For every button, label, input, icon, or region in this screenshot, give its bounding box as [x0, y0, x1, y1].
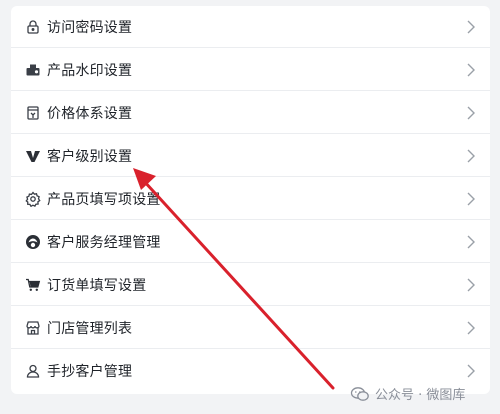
menu-item-label: 产品页填写项设置: [47, 191, 161, 208]
menu-item-customer-level[interactable]: 客户级别设置: [11, 135, 490, 177]
menu-item-label: 订货单填写设置: [47, 277, 147, 294]
service-manager-icon: [25, 234, 41, 250]
chevron-right-icon: [466, 19, 476, 35]
chevron-right-icon: [466, 148, 476, 164]
menu-item-label: 访问密码设置: [47, 19, 133, 36]
chevron-right-icon: [466, 62, 476, 78]
menu-item-store-list[interactable]: 门店管理列表: [11, 307, 490, 349]
gear-icon: [25, 190, 41, 207]
menu-item-label: 客户级别设置: [47, 148, 133, 165]
vip-level-icon: [25, 148, 41, 164]
menu-item-label: 产品水印设置: [47, 62, 133, 79]
menu-item-label: 门店管理列表: [47, 320, 133, 337]
store-icon: [25, 320, 41, 336]
chevron-right-icon: [466, 191, 476, 207]
watermark-stamp-icon: [25, 62, 41, 78]
menu-item-order-form[interactable]: 订货单填写设置: [11, 264, 490, 306]
menu-item-product-watermark[interactable]: 产品水印设置: [11, 49, 490, 91]
price-tag-icon: [25, 105, 41, 121]
user-icon: [25, 363, 41, 379]
menu-item-label: 手抄客户管理: [47, 364, 133, 380]
watermark-text: 公众号 · 微图库: [375, 388, 466, 403]
chevron-right-icon: [466, 234, 476, 250]
menu-item-price-system[interactable]: 价格体系设置: [11, 92, 490, 134]
settings-menu-panel: 访问密码设置 产品水印设置 价格体系设置 客户级别设置 产品页填写项设置 客户服…: [11, 6, 490, 394]
watermark: 公众号 · 微图库: [350, 384, 465, 403]
chevron-right-icon: [466, 277, 476, 293]
menu-item-label: 客户服务经理管理: [47, 234, 161, 251]
menu-item-label: 价格体系设置: [47, 105, 133, 122]
cart-icon: [25, 277, 41, 293]
menu-item-product-page-fields[interactable]: 产品页填写项设置: [11, 178, 490, 220]
menu-item-service-manager[interactable]: 客户服务经理管理: [11, 221, 490, 263]
chevron-right-icon: [466, 363, 476, 379]
chevron-right-icon: [466, 105, 476, 121]
chevron-right-icon: [466, 320, 476, 336]
wechat-icon: [350, 386, 370, 402]
lock-icon: [25, 19, 41, 35]
menu-item-access-password[interactable]: 访问密码设置: [11, 6, 490, 48]
